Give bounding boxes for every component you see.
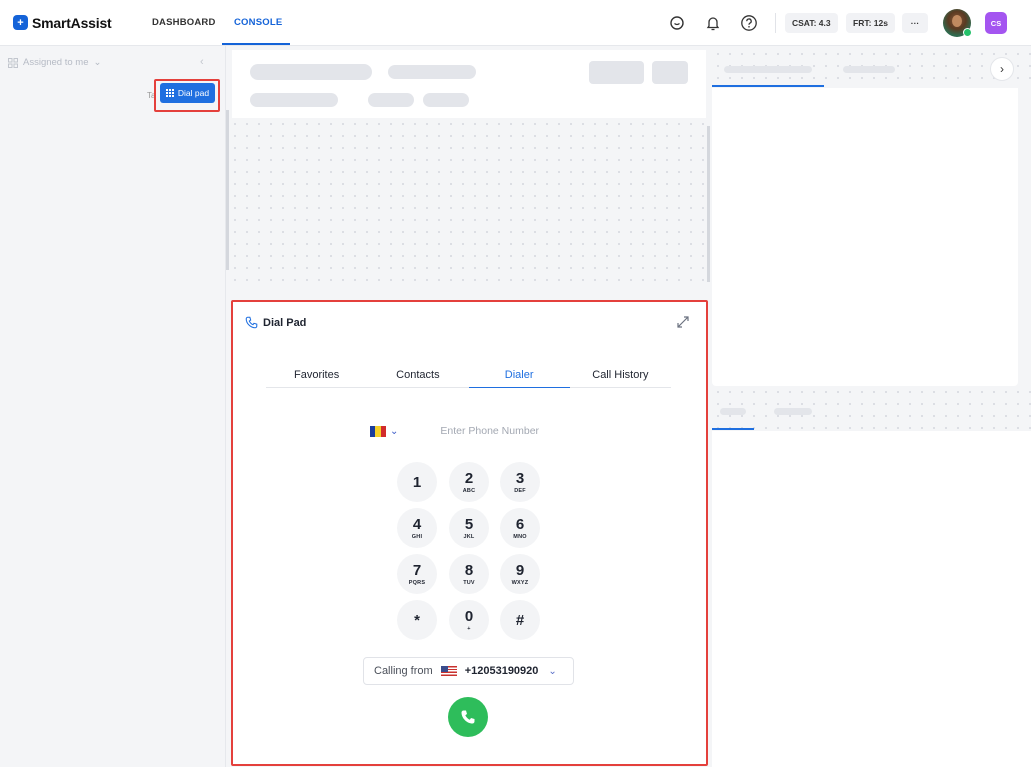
calling-from-number: +12053190920 — [464, 665, 539, 677]
chevron-down-icon: ⌄ — [548, 665, 557, 677]
calling-from-select[interactable]: Calling from +12053190920 ⌄ — [363, 657, 574, 685]
dial-pad-title-text: Dial Pad — [263, 316, 307, 329]
phone-icon — [245, 316, 258, 329]
conversation-body — [229, 118, 709, 286]
left-panel: Assigned to me ⌄ ‹ Ta Dial pad — [0, 46, 226, 767]
frt-badge: FRT: 12s — [846, 13, 895, 33]
online-status-indicator — [963, 28, 972, 37]
logo-mark-icon: + — [13, 15, 28, 30]
tab-dashboard[interactable]: DASHBOARD — [152, 0, 216, 46]
dial-pad-tabs: Favorites Contacts Dialer Call History — [266, 362, 671, 388]
chevron-down-icon: ⌄ — [93, 57, 102, 68]
conversation-header-skeleton — [232, 50, 706, 118]
grid-icon — [8, 57, 18, 68]
key-7[interactable]: 7 PQRS — [397, 554, 437, 594]
user-initials-badge[interactable]: CS — [985, 12, 1007, 34]
calling-from-label: Calling from — [374, 665, 433, 677]
chevron-right-icon[interactable]: › — [990, 57, 1014, 81]
key-4[interactable]: 4 GHI — [397, 508, 437, 548]
collapse-panel-icon[interactable]: ‹ — [200, 56, 204, 68]
key-star[interactable]: * — [397, 600, 437, 640]
app-logo[interactable]: + SmartAssist — [13, 15, 139, 31]
app-name: SmartAssist — [32, 14, 112, 31]
expand-icon[interactable] — [675, 314, 691, 330]
help-icon[interactable] — [738, 12, 760, 34]
tab-contacts[interactable]: Contacts — [367, 362, 468, 387]
tab-call-history[interactable]: Call History — [570, 362, 671, 387]
right-tabs — [712, 48, 1031, 88]
us-flag-icon — [440, 666, 457, 676]
key-6[interactable]: 6 MNO — [500, 508, 540, 548]
header-divider — [775, 13, 776, 33]
right-bottom-panel — [712, 431, 1031, 767]
more-options-button[interactable]: ··· — [902, 13, 928, 33]
phone-icon — [461, 710, 475, 724]
key-9[interactable]: 9 WXYZ — [500, 554, 540, 594]
bell-icon[interactable] — [702, 12, 724, 34]
country-flag-icon[interactable] — [370, 425, 386, 437]
key-2[interactable]: 2 ABC — [449, 462, 489, 502]
phone-entry-row: ⌄ — [370, 425, 581, 437]
dial-pad-title: Dial Pad — [245, 316, 306, 329]
key-1[interactable]: 1 — [397, 462, 437, 502]
chevron-down-icon[interactable]: ⌄ — [390, 426, 398, 437]
phone-number-input[interactable] — [440, 425, 581, 437]
right-bottom-tabs — [712, 386, 1031, 431]
key-0[interactable]: 0 + — [449, 600, 489, 640]
key-8[interactable]: 8 TUV — [449, 554, 489, 594]
key-5[interactable]: 5 JKL — [449, 508, 489, 548]
dial-pad-panel: Dial Pad Favorites Contacts Dialer Call … — [232, 302, 706, 764]
tab-dialer[interactable]: Dialer — [468, 362, 571, 388]
scrollbar[interactable] — [226, 110, 229, 270]
csat-badge: CSAT: 4.3 — [785, 13, 838, 33]
right-top-panel — [712, 88, 1018, 386]
key-3[interactable]: 3 DEF — [500, 462, 540, 502]
call-button[interactable] — [448, 697, 488, 737]
tab-console[interactable]: CONSOLE — [234, 0, 282, 46]
top-bar: + SmartAssist DASHBOARD CONSOLE CSAT: 4.… — [0, 0, 1031, 46]
assigned-filter[interactable]: Assigned to me ⌄ — [8, 57, 101, 68]
active-tab-indicator — [222, 43, 290, 45]
tab-favorites[interactable]: Favorites — [266, 362, 367, 387]
scrollbar[interactable] — [707, 126, 710, 282]
assigned-label: Assigned to me — [23, 57, 89, 68]
key-hash[interactable]: # — [500, 600, 540, 640]
chat-icon[interactable] — [666, 12, 688, 34]
highlight-dial-pad-button — [154, 79, 220, 112]
